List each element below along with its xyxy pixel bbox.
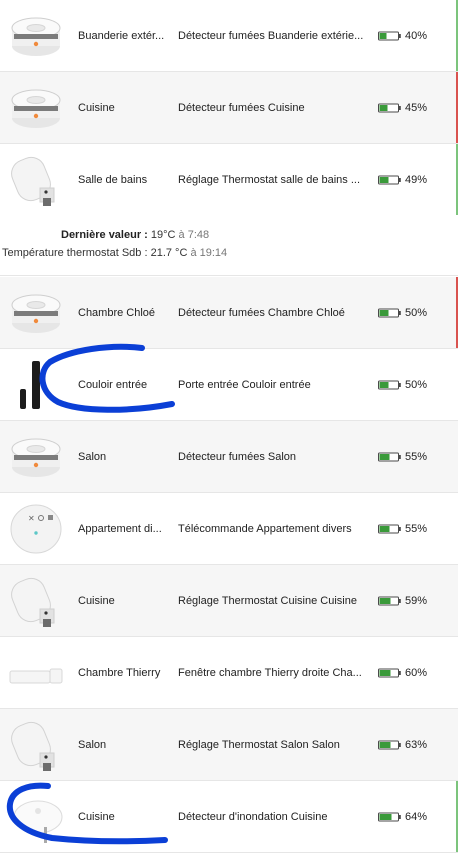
battery-icon (378, 452, 401, 461)
device-name: Détecteur fumées Cuisine (178, 101, 305, 114)
battery-percent: 63% (405, 738, 428, 751)
device-row[interactable]: Chambre Chloé Détecteur fumées Chambre Ch… (0, 277, 458, 349)
device-room: Cuisine (78, 810, 115, 823)
battery-icon (378, 380, 401, 389)
last-value-line: Dernière valeur : 19°C à 7:48 (61, 229, 209, 241)
battery-icon (378, 524, 401, 533)
battery-percent: 50% (405, 378, 428, 391)
battery-percent: 49% (405, 173, 428, 186)
device-row[interactable]: Cuisine Détecteur fumées Cuisine 45% (0, 72, 458, 144)
device-name: Réglage Thermostat salle de bains ... (178, 173, 361, 186)
battery-percent: 64% (405, 810, 428, 823)
battery-icon (378, 596, 401, 605)
battery-icon (378, 308, 401, 317)
device-name: Détecteur fumées Salon (178, 450, 297, 463)
battery-device-list: Buanderie extér... Détecteur fumées Buand… (0, 0, 458, 853)
device-name: Réglage Thermostat Salon Salon (178, 738, 340, 751)
window-sensor-icon (9, 668, 63, 684)
device-room: Chambre Thierry (78, 666, 161, 679)
battery-icon (378, 740, 401, 749)
device-name: Détecteur d'inondation Cuisine (178, 810, 328, 823)
battery-percent: 59% (405, 594, 428, 607)
thermostat-temperature-line: Température thermostat Sdb : 21.7 °C à 1… (2, 247, 227, 259)
device-row[interactable]: Salon Réglage Thermostat Salon Salon 63% (0, 709, 458, 781)
device-row[interactable]: Buanderie extér... Détecteur fumées Buand… (0, 0, 458, 72)
device-row[interactable]: Salon Détecteur fumées Salon 55% (0, 421, 458, 493)
battery-icon (378, 175, 401, 184)
device-row[interactable]: Chambre Thierry Fenêtre chambre Thierry d… (0, 637, 458, 709)
device-name: Télécommande Appartement divers (178, 522, 352, 535)
thermostat-valve-icon (11, 156, 55, 206)
device-row[interactable]: ✕ Appartement di... Télécommande Apparteme… (0, 493, 458, 565)
svg-text:✕: ✕ (28, 514, 35, 523)
battery-percent: 60% (405, 666, 428, 679)
battery-percent: 50% (405, 306, 428, 319)
smoke-detector-icon (11, 294, 61, 333)
battery-icon (378, 103, 401, 112)
battery-icon (378, 668, 401, 677)
device-room: Chambre Chloé (78, 306, 156, 319)
device-room: Salle de bains (78, 173, 148, 186)
device-name: Porte entrée Couloir entrée (178, 378, 311, 391)
device-name: Détecteur fumées Chambre Chloé (178, 306, 345, 319)
device-row[interactable]: Couloir entrée Porte entrée Couloir entré… (0, 349, 458, 421)
last-value-label: Dernière valeur : (61, 229, 148, 241)
device-details-panel: Dernière valeur : 19°C à 7:48 Températur… (0, 215, 458, 276)
door-sensor-icon (20, 361, 40, 409)
battery-percent: 55% (405, 450, 428, 463)
thermostat-valve-icon (11, 721, 55, 771)
device-name: Fenêtre chambre Thierry droite Cha... (178, 666, 362, 679)
water-leak-detector-icon (13, 800, 63, 843)
device-room: Salon (78, 738, 107, 751)
device-room: Appartement di... (78, 522, 162, 535)
thermostat-temperature-label: Température thermostat Sdb : (2, 247, 148, 259)
thermostat-temperature-value: 21.7 °C (150, 247, 188, 259)
device-room: Cuisine (78, 101, 115, 114)
device-room: Salon (78, 450, 107, 463)
device-row[interactable]: Salle de bains Réglage Thermostat salle d… (0, 144, 458, 216)
device-room: Buanderie extér... (78, 29, 165, 42)
device-room: Cuisine (78, 594, 115, 607)
battery-icon (378, 812, 401, 821)
thermostat-valve-icon (11, 577, 55, 627)
last-value: 19°C (150, 229, 176, 241)
smoke-detector-icon (11, 89, 61, 128)
last-value-time: à 7:48 (178, 229, 210, 241)
smoke-detector-icon (11, 438, 61, 477)
device-row[interactable]: Cuisine Détecteur d'inondation Cuisine 64% (0, 781, 458, 853)
device-room: Couloir entrée (78, 378, 148, 391)
battery-icon (378, 31, 401, 40)
battery-percent: 45% (405, 101, 428, 114)
device-row[interactable]: Cuisine Réglage Thermostat Cuisine Cuisin… (0, 565, 458, 637)
device-name: Réglage Thermostat Cuisine Cuisine (178, 594, 357, 607)
remote-control-icon: ✕ (10, 504, 62, 554)
battery-percent: 40% (405, 29, 428, 42)
battery-percent: 55% (405, 522, 428, 535)
device-name: Détecteur fumées Buanderie extérie... (178, 29, 364, 42)
thermostat-temperature-time: à 19:14 (190, 247, 228, 259)
smoke-detector-icon (11, 17, 61, 56)
